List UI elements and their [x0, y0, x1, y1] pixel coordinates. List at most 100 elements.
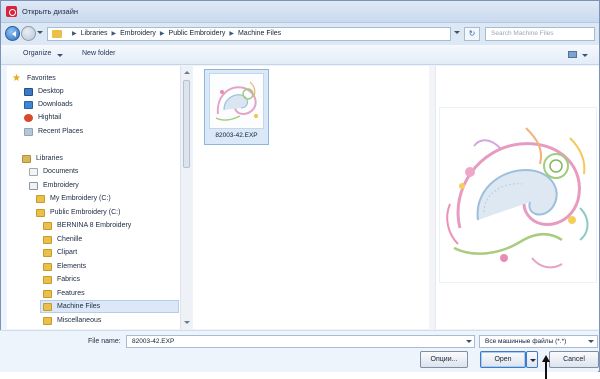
sidebar-item-desktop[interactable]: Desktop — [24, 85, 64, 98]
sidebar-item-my-embroidery[interactable]: My Embroidery (C:) — [36, 192, 111, 205]
folder-icon — [43, 275, 52, 284]
folder-icon — [43, 221, 52, 230]
navigation-pane: ★ Favorites Desktop Downloads Hightail Re… — [7, 66, 192, 329]
search-input[interactable]: Search Machine Files — [485, 27, 595, 41]
sidebar-item-label: Embroidery — [43, 182, 79, 189]
search-placeholder: Search Machine Files — [491, 30, 554, 37]
folder-icon — [43, 302, 52, 311]
sidebar-item-label: Documents — [43, 168, 79, 175]
sidebar-item-label: Downloads — [38, 101, 73, 108]
sidebar-item-label: BERNINA 8 Embroidery — [57, 222, 132, 229]
file-item[interactable]: 82003-42.EXP — [204, 69, 269, 145]
address-dropdown-icon[interactable] — [454, 31, 460, 37]
file-type-select[interactable]: Все машинные файлы (*.*) — [479, 335, 598, 348]
breadcrumb-item[interactable]: Embroidery — [120, 30, 156, 37]
breadcrumb-item[interactable]: Machine Files — [238, 30, 281, 37]
sidebar-item-fabrics[interactable]: Fabrics — [43, 273, 80, 286]
folder-icon — [43, 316, 52, 325]
open-button[interactable]: Open — [480, 351, 526, 368]
sidebar-item-libraries[interactable]: Libraries — [22, 152, 63, 165]
star-icon: ★ — [12, 72, 21, 84]
mouse-cursor-icon — [542, 355, 550, 379]
sidebar-item-recent-places[interactable]: Recent Places — [24, 125, 83, 138]
sidebar-item-label: Public Embroidery (C:) — [50, 209, 121, 216]
open-dropdown-button[interactable] — [526, 351, 538, 368]
sidebar-item-chenille[interactable]: Chenille — [43, 233, 82, 246]
view-dropdown-icon[interactable] — [582, 54, 588, 60]
new-folder-button[interactable]: New folder — [82, 50, 115, 57]
folder-icon — [52, 30, 62, 38]
navigation-scrollbar[interactable] — [180, 66, 192, 329]
sidebar-item-label: Machine Files — [57, 303, 101, 310]
command-bar: Organize New folder — [1, 45, 599, 65]
folder-icon — [43, 248, 52, 257]
breadcrumb-item[interactable]: Libraries — [81, 30, 108, 37]
sidebar-item-label: Clipart — [57, 249, 78, 256]
sidebar-item-label: Libraries — [36, 155, 63, 162]
sidebar-item-label: Chenille — [57, 236, 83, 243]
folder-icon — [43, 262, 52, 271]
sidebar-item-label: Desktop — [38, 88, 64, 95]
chevron-right-icon[interactable]: ▶ — [160, 30, 165, 37]
sidebar-item-public-embroidery[interactable]: Public Embroidery (C:) — [36, 206, 120, 219]
breadcrumb[interactable]: ▶ Libraries ▶ Embroidery ▶ Public Embroi… — [47, 27, 451, 41]
app-icon — [6, 6, 17, 17]
breadcrumb-item[interactable]: Public Embroidery — [169, 30, 226, 37]
sidebar-item-label: Miscellaneous — [57, 317, 102, 324]
recent-pages-dropdown-icon[interactable] — [37, 31, 43, 37]
sidebar-item-favorites[interactable]: ★ Favorites — [12, 72, 56, 85]
file-type-value: Все машинные файлы (*.*) — [485, 338, 567, 345]
sidebar-item-documents[interactable]: Documents — [29, 165, 78, 178]
chevron-right-icon[interactable]: ▶ — [72, 30, 77, 37]
file-name-value: 82003-42.EXP — [132, 338, 175, 345]
sidebar-item-label: My Embroidery (C:) — [50, 195, 111, 202]
downloads-icon — [24, 100, 33, 109]
options-button[interactable]: Опции... — [420, 351, 468, 368]
sidebar-item-label: Fabrics — [57, 276, 80, 283]
file-name-dropdown-icon[interactable] — [466, 340, 472, 346]
file-type-dropdown-icon[interactable] — [588, 340, 594, 346]
refresh-button[interactable]: ↻ — [464, 27, 480, 41]
back-icon[interactable] — [5, 26, 20, 41]
cancel-button[interactable]: Cancel — [549, 351, 599, 368]
file-name-label: File name: — [88, 338, 121, 345]
sidebar-item-hightail[interactable]: Hightail — [24, 111, 61, 124]
folder-icon — [36, 208, 45, 217]
title-bar[interactable]: Открыть дизайн — [1, 1, 599, 23]
scroll-down-icon[interactable] — [184, 321, 190, 327]
recent-places-icon — [24, 127, 33, 136]
sidebar-item-label: Elements — [57, 263, 87, 270]
sidebar-item-label: Favorites — [27, 75, 56, 82]
documents-icon — [29, 167, 38, 176]
sidebar-item-elements[interactable]: Elements — [43, 260, 86, 273]
chevron-right-icon[interactable]: ▶ — [111, 30, 116, 37]
folder-icon — [36, 194, 45, 203]
chevron-right-icon[interactable]: ▶ — [229, 30, 234, 37]
organize-dropdown-icon[interactable] — [57, 54, 63, 60]
sidebar-item-clipart[interactable]: Clipart — [43, 246, 77, 259]
sidebar-item-embroidery[interactable]: Embroidery — [29, 179, 79, 192]
sidebar-item-label: Recent Places — [38, 128, 84, 135]
sidebar-item-machine-files[interactable]: Machine Files — [40, 300, 179, 313]
forward-icon[interactable] — [21, 26, 36, 41]
sidebar-item-label: Hightail — [38, 114, 62, 121]
sidebar-item-bernina-8-embroidery[interactable]: BERNINA 8 Embroidery — [43, 219, 131, 232]
embroidery-thumbnail — [209, 73, 264, 129]
embroidery-icon — [29, 181, 38, 190]
address-bar: ▶ Libraries ▶ Embroidery ▶ Public Embroi… — [1, 23, 599, 45]
change-view-icon[interactable] — [568, 51, 577, 58]
libraries-icon — [22, 154, 31, 163]
folder-icon — [43, 235, 52, 244]
sidebar-item-miscellaneous[interactable]: Miscellaneous — [43, 314, 101, 327]
desktop-icon — [24, 87, 33, 96]
hightail-icon — [24, 113, 33, 122]
sidebar-item-features[interactable]: Features — [43, 287, 85, 300]
file-name-field[interactable]: 82003-42.EXP — [126, 335, 475, 348]
dialog-footer: File name: 82003-42.EXP Все машинные фай… — [0, 330, 599, 372]
organize-button[interactable]: Organize — [23, 50, 51, 57]
scrollbar-thumb[interactable] — [183, 80, 190, 168]
sidebar-item-label: Features — [57, 290, 85, 297]
sidebar-item-downloads[interactable]: Downloads — [24, 98, 73, 111]
breadcrumb-list: ▶ Libraries ▶ Embroidery ▶ Public Embroi… — [68, 30, 281, 37]
scroll-up-icon[interactable] — [184, 68, 190, 74]
